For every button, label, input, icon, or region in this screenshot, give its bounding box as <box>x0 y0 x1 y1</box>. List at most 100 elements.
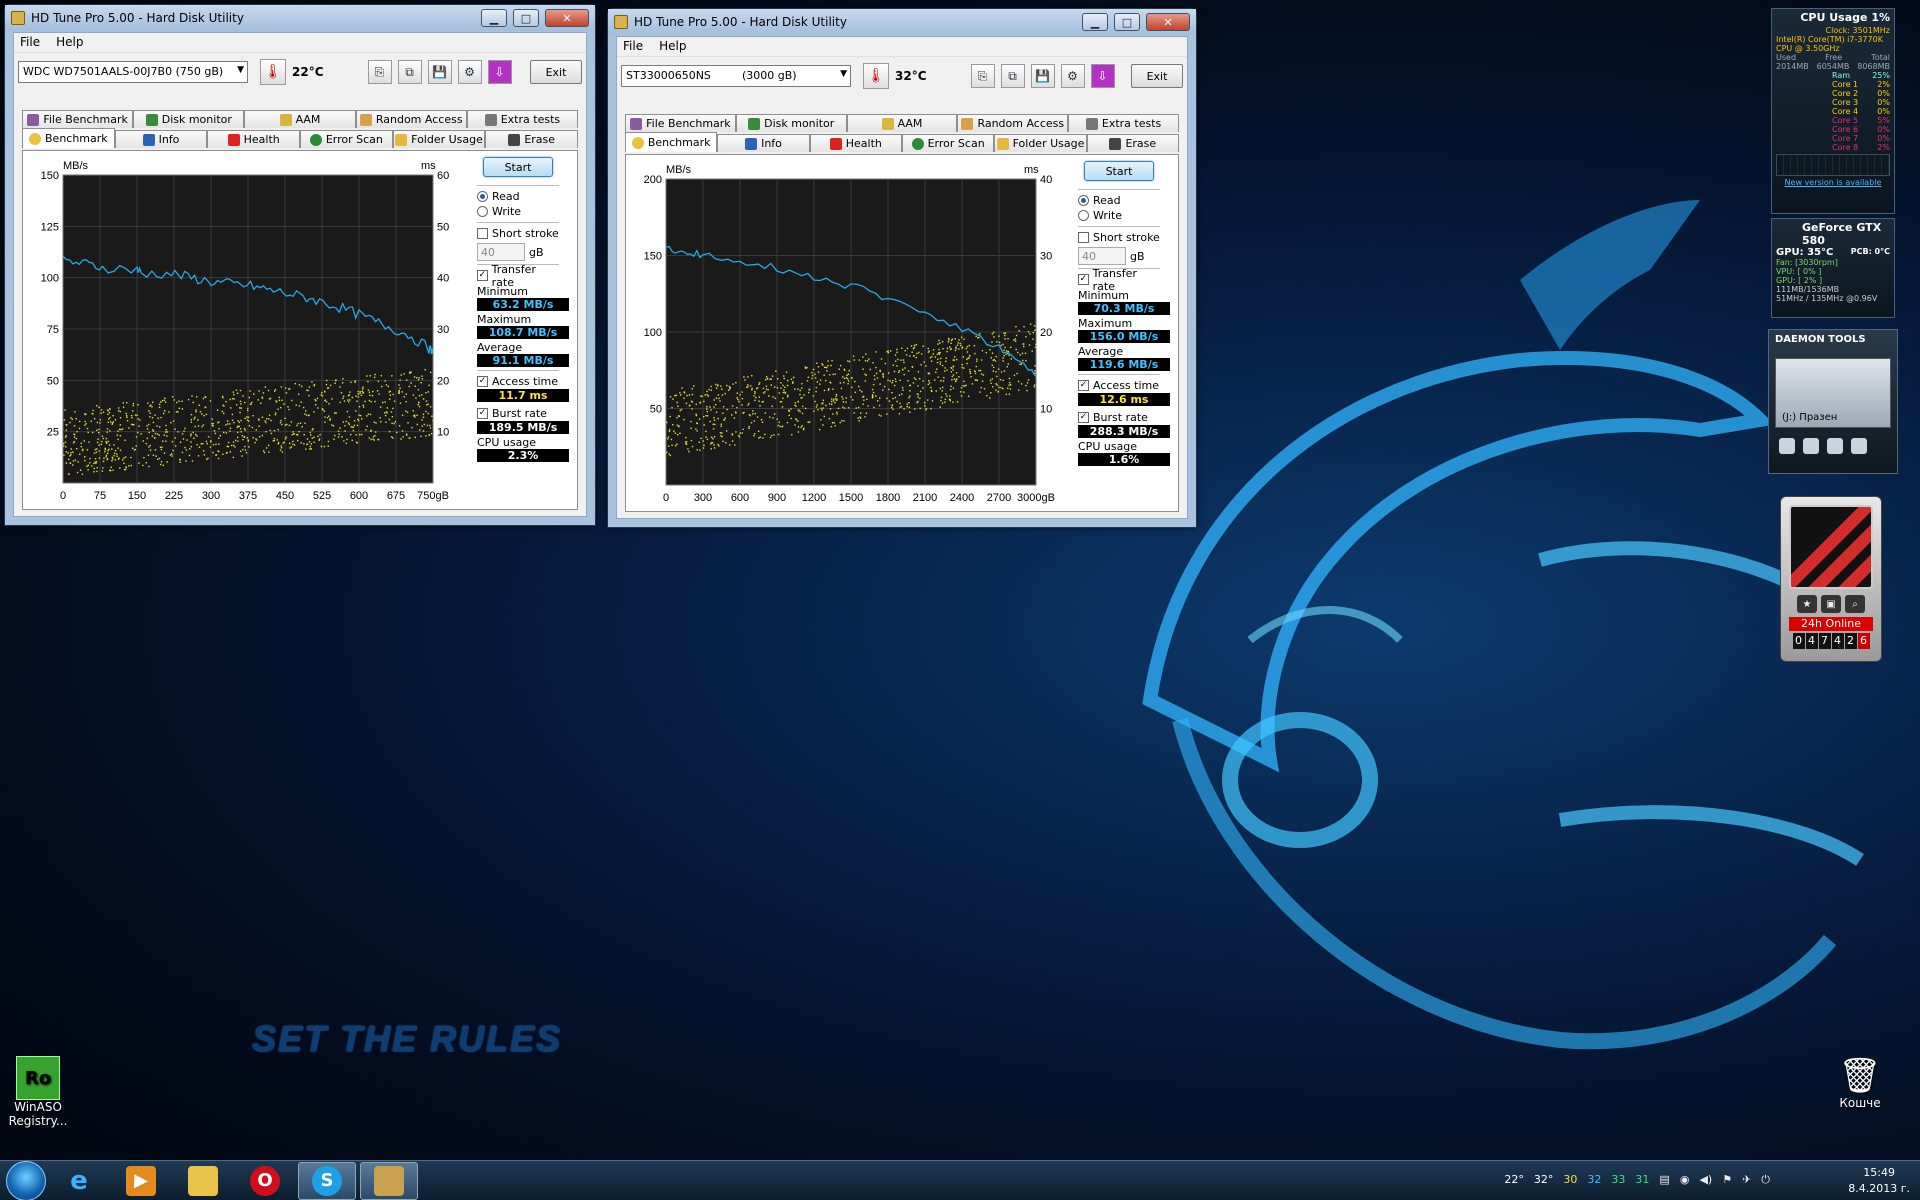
checkbox-burst-rate[interactable]: ✓ <box>477 408 488 419</box>
menu-file[interactable]: File <box>20 35 40 50</box>
download-icon[interactable]: ⇩ <box>1090 64 1115 88</box>
taskbar-hdtune[interactable] <box>360 1161 418 1200</box>
checkbox-transfer-rate[interactable]: ✓ <box>477 270 488 281</box>
tab-folder-usage[interactable]: Folder Usage <box>392 130 486 148</box>
close-button[interactable]: ✕ <box>545 9 589 27</box>
tab-disk-monitor[interactable]: Disk monitor <box>133 110 245 128</box>
checkbox-short-stroke[interactable] <box>1078 232 1089 243</box>
transfer-rate-checkbox[interactable]: ✓ Transfer rate <box>1078 267 1160 293</box>
short-stroke-checkbox[interactable]: Short stroke <box>1078 230 1160 245</box>
transfer-rate-checkbox[interactable]: ✓ Transfer rate <box>477 263 559 289</box>
cpu-usage-gadget[interactable]: CPU Usage 1% Clock: 3501MHz Intel(R) Cor… <box>1771 8 1895 214</box>
maximize-button[interactable]: □ <box>513 9 539 27</box>
refresh-icon[interactable] <box>1803 438 1819 454</box>
download-icon[interactable]: ⇩ <box>487 60 512 84</box>
copy-info-icon[interactable]: ⎘ <box>970 64 995 88</box>
tab-file-benchmark[interactable]: File Benchmark <box>22 110 134 128</box>
tab-health[interactable]: Health <box>809 134 902 152</box>
radio-write[interactable] <box>477 206 488 217</box>
read-radio[interactable]: Read <box>477 189 559 204</box>
star-icon[interactable]: ★ <box>1797 595 1817 613</box>
options-icon[interactable]: ⚙ <box>457 60 482 84</box>
tab-folder-usage[interactable]: Folder Usage <box>994 134 1087 152</box>
new-version-link[interactable]: New version is available <box>1772 178 1894 187</box>
copy-info-icon[interactable]: ⎘ <box>367 60 392 84</box>
window-1-titlebar[interactable]: HD Tune Pro 5.00 - Hard Disk Utility ▁ □… <box>5 5 595 31</box>
window-icon[interactable]: ▣ <box>1821 595 1841 613</box>
start-button[interactable]: Start <box>483 157 553 177</box>
tray-flag-icon[interactable]: ⚑ <box>1722 1173 1732 1187</box>
tab-erase[interactable]: Erase <box>485 130 579 148</box>
options-icon[interactable]: ⚙ <box>1060 64 1085 88</box>
tab-extra-tests[interactable]: Extra tests <box>466 110 579 128</box>
daemon-tools-gadget[interactable]: DAEMON TOOLS (J:) Празен <box>1768 329 1898 474</box>
stroke-stepper[interactable]: 40 gB <box>1078 247 1160 265</box>
burst-rate-checkbox[interactable]: ✓ Burst rate <box>477 406 559 421</box>
tab-random-access[interactable]: Random Access <box>957 114 1069 132</box>
stroke-input[interactable]: 40 <box>1078 247 1126 265</box>
maximize-button[interactable]: □ <box>1114 13 1140 31</box>
checkbox-transfer-rate[interactable]: ✓ <box>1078 274 1089 285</box>
tray-volume-icon[interactable]: ◀) <box>1699 1173 1712 1187</box>
checkbox-access-time[interactable]: ✓ <box>1078 380 1089 391</box>
checkbox-short-stroke[interactable] <box>477 228 488 239</box>
short-stroke-checkbox[interactable]: Short stroke <box>477 226 559 241</box>
online-counter-gadget[interactable]: ★ ▣ ⌕ 24h Online 0 4 7 4 2 6 <box>1780 496 1882 662</box>
menu-help[interactable]: Help <box>659 39 686 54</box>
tab-benchmark[interactable]: Benchmark <box>22 128 115 148</box>
window-2-titlebar[interactable]: HD Tune Pro 5.00 - Hard Disk Utility ▁ □… <box>608 9 1196 35</box>
virtual-drive[interactable]: (J:) Празен <box>1775 358 1891 428</box>
add-icon[interactable] <box>1827 438 1843 454</box>
tab-benchmark[interactable]: Benchmark <box>625 132 718 152</box>
tab-extra-tests[interactable]: Extra tests <box>1068 114 1179 132</box>
start-button[interactable]: Start <box>1084 161 1154 181</box>
write-radio[interactable]: Write <box>1078 208 1160 223</box>
close-button[interactable]: ✕ <box>1146 13 1190 31</box>
menu-file[interactable]: File <box>623 39 643 54</box>
tray-arrow-icon[interactable]: ✈ <box>1742 1173 1751 1187</box>
exit-button[interactable]: Exit <box>1131 64 1183 88</box>
taskbar-skype[interactable]: S <box>298 1161 356 1200</box>
taskbar-media-player[interactable]: ▶ <box>112 1162 170 1200</box>
checkbox-burst-rate[interactable]: ✓ <box>1078 412 1089 423</box>
desktop-icon-recycle-bin[interactable]: 🗑 Кошче <box>1836 1056 1884 1110</box>
stroke-input[interactable]: 40 <box>477 243 525 261</box>
hdtune-window-2[interactable]: HD Tune Pro 5.00 - Hard Disk Utility ▁ □… <box>607 8 1197 528</box>
minimize-button[interactable]: ▁ <box>1082 13 1108 31</box>
taskbar-explorer[interactable] <box>174 1162 232 1200</box>
tab-info[interactable]: Info <box>717 134 810 152</box>
search-icon[interactable]: ⌕ <box>1845 595 1865 613</box>
access-time-checkbox[interactable]: ✓ Access time <box>477 374 559 389</box>
tab-error-scan[interactable]: Error Scan <box>901 134 995 152</box>
hdtune-window-1[interactable]: HD Tune Pro 5.00 - Hard Disk Utility ▁ □… <box>4 4 596 526</box>
burst-rate-checkbox[interactable]: ✓ Burst rate <box>1078 410 1160 425</box>
access-time-checkbox[interactable]: ✓ Access time <box>1078 378 1160 393</box>
save-icon[interactable]: 💾 <box>1030 64 1055 88</box>
read-radio[interactable]: Read <box>1078 193 1160 208</box>
tab-aam[interactable]: AAM <box>846 114 958 132</box>
save-icon[interactable]: 💾 <box>427 60 452 84</box>
tray-network-icon[interactable]: ▤ <box>1659 1173 1669 1187</box>
taskbar-ie[interactable]: e <box>50 1162 108 1200</box>
tray-power-icon[interactable]: ⏻ <box>1761 1173 1770 1187</box>
radio-write[interactable] <box>1078 210 1089 221</box>
gpu-gadget[interactable]: GeForce GTX 580 GPU: 35°C PCB: 0°C Fan: [… <box>1771 218 1895 318</box>
tab-aam[interactable]: AAM <box>244 110 356 128</box>
radio-read[interactable] <box>477 191 488 202</box>
start-orb-icon[interactable] <box>6 1160 46 1200</box>
tab-disk-monitor[interactable]: Disk monitor <box>735 114 847 132</box>
write-radio[interactable]: Write <box>477 204 559 219</box>
radio-read[interactable] <box>1078 195 1089 206</box>
tab-erase[interactable]: Erase <box>1086 134 1179 152</box>
clock[interactable]: 15:49 8.4.2013 г. <box>1848 1165 1910 1197</box>
stroke-stepper[interactable]: 40 gB <box>477 243 559 261</box>
checkbox-access-time[interactable]: ✓ <box>477 376 488 387</box>
tab-random-access[interactable]: Random Access <box>355 110 467 128</box>
minimize-button[interactable]: ▁ <box>481 9 507 27</box>
copy-screenshot-icon[interactable]: ⧉ <box>397 60 422 84</box>
copy-screenshot-icon[interactable]: ⧉ <box>1000 64 1025 88</box>
tab-info[interactable]: Info <box>114 130 208 148</box>
tab-error-scan[interactable]: Error Scan <box>300 130 393 148</box>
drive-icon[interactable] <box>1851 438 1867 454</box>
desktop-icon-winaso[interactable]: Ro WinASO Registry... <box>8 1056 68 1128</box>
